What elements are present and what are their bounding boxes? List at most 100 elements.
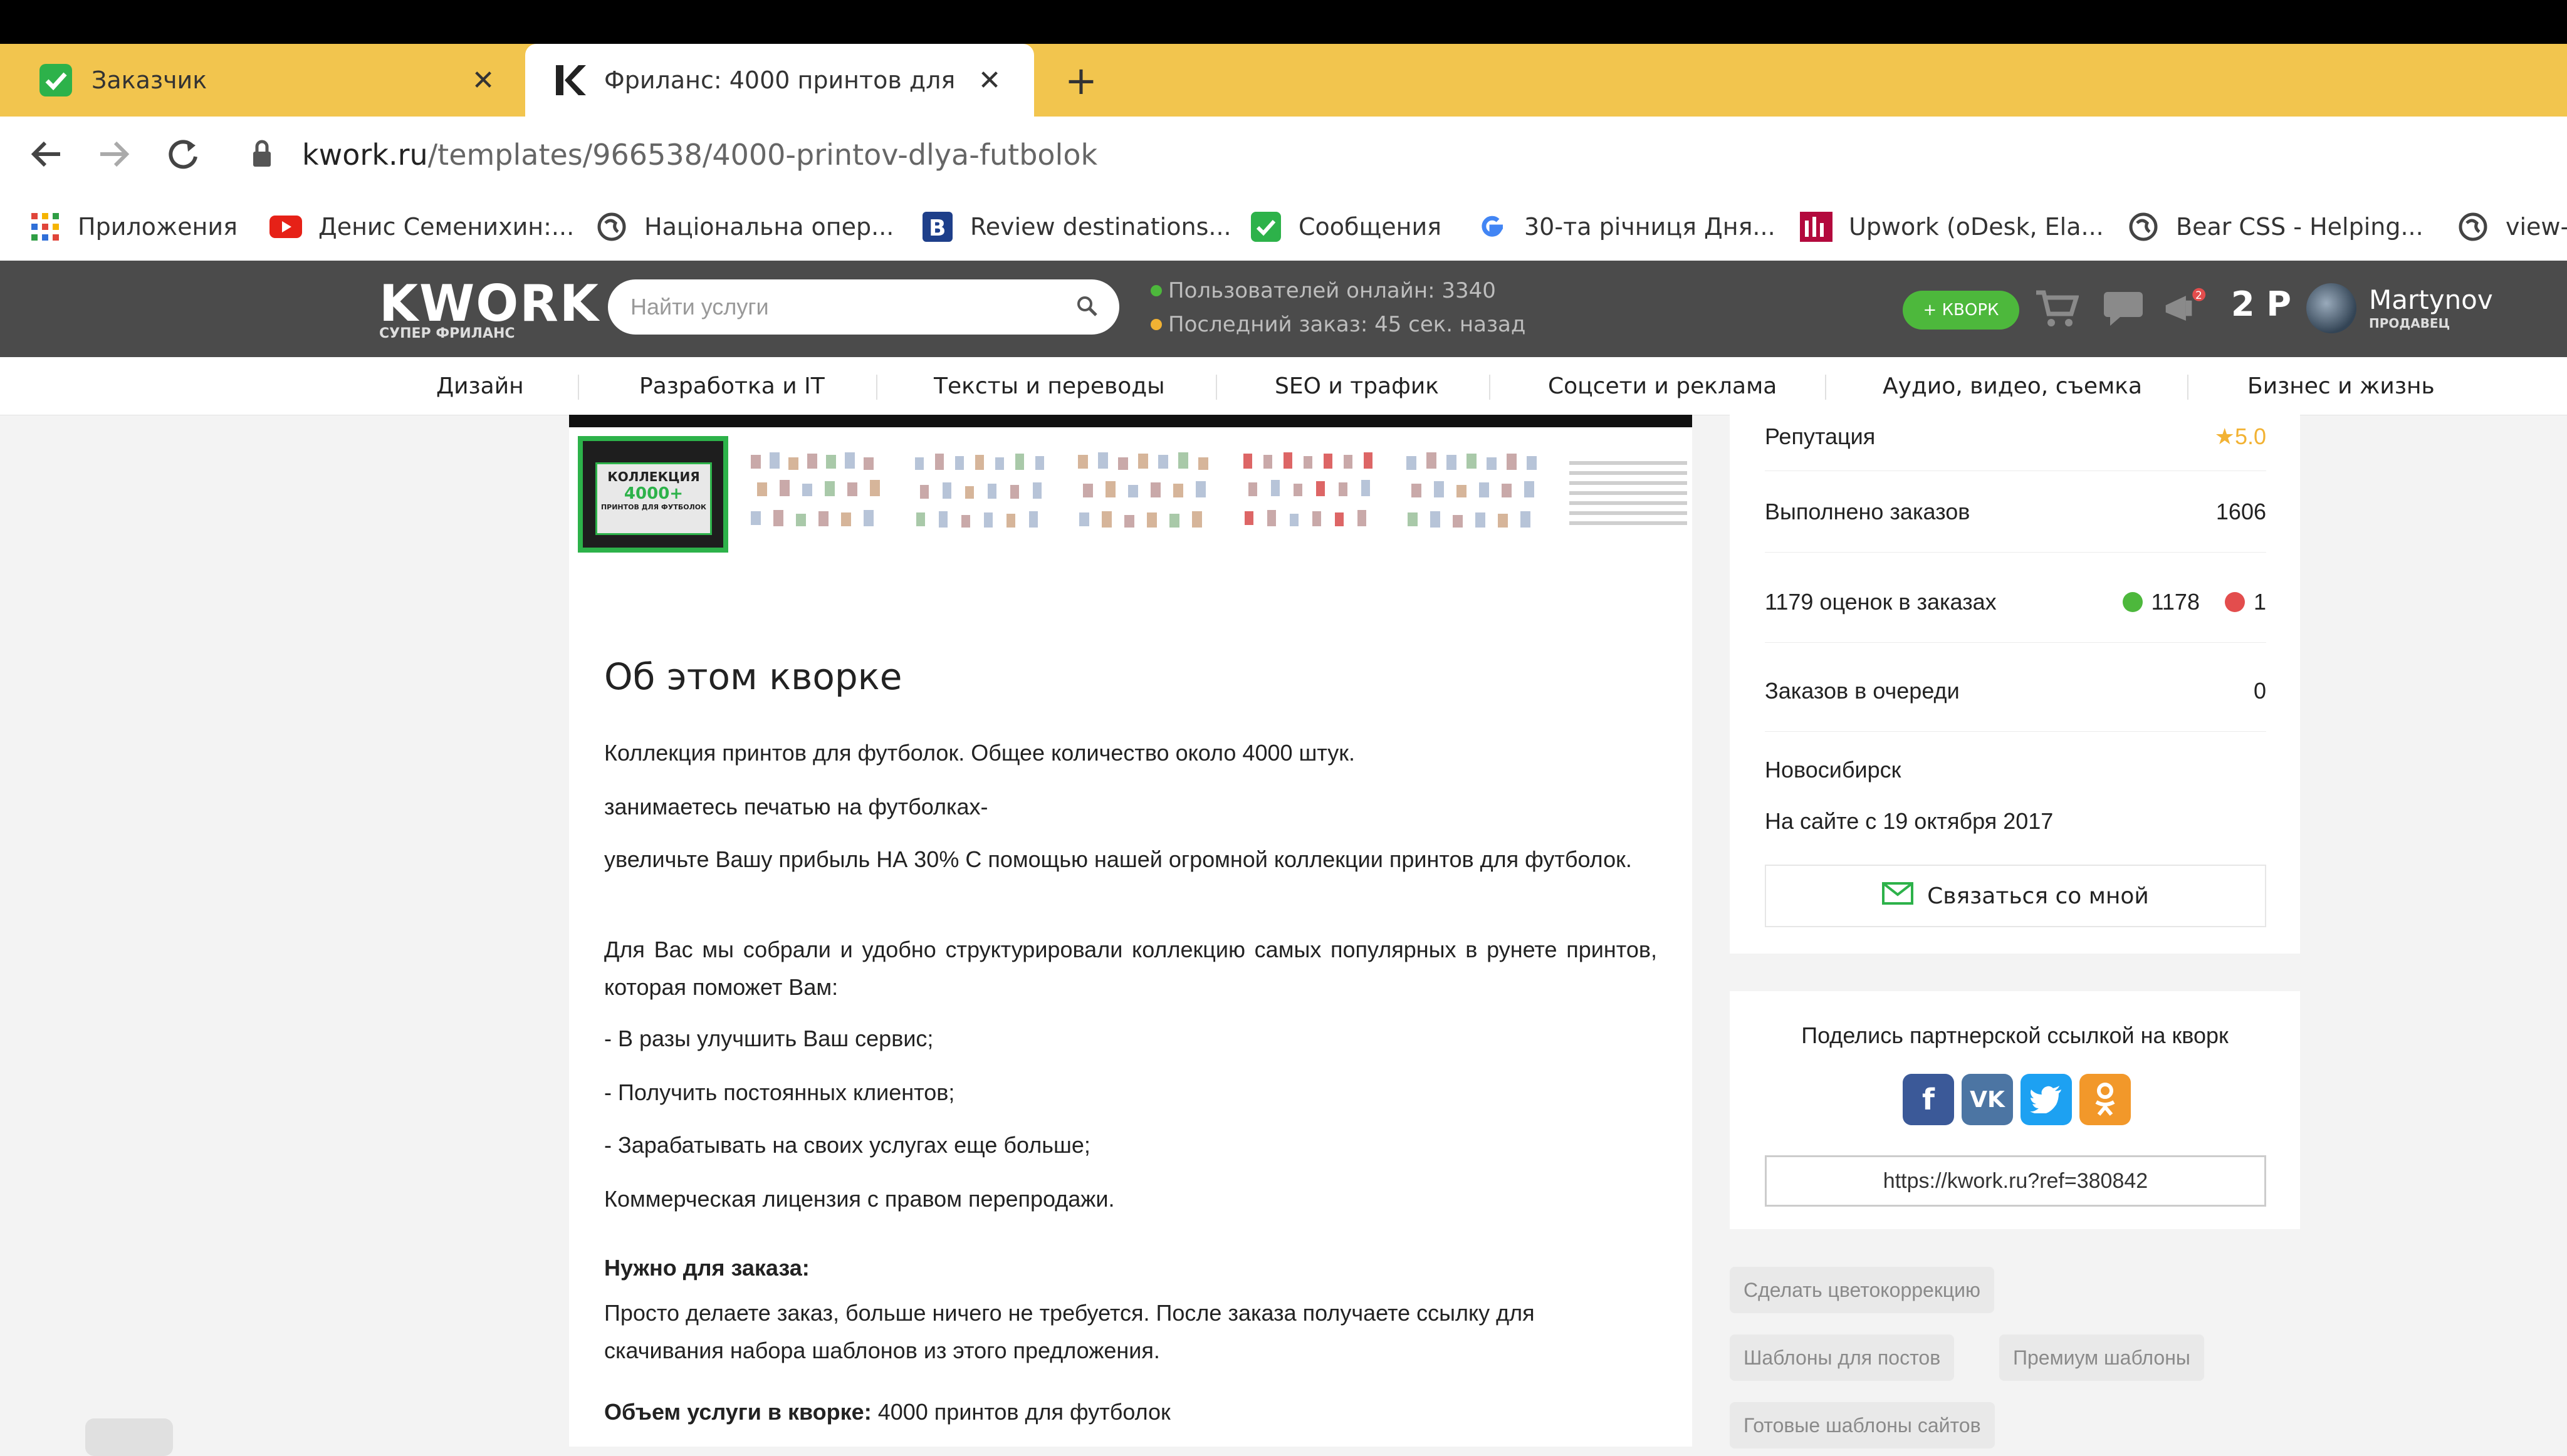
cart-icon[interactable]	[2034, 286, 2079, 331]
notif-count: 2	[2195, 289, 2202, 302]
description-paragraph: Коммерческая лицензия с правом перепрода…	[604, 1186, 1115, 1212]
bookmark-label: Upwork (oDesk, Ela...	[1849, 213, 2104, 241]
bookmark-google[interactable]: 30-та річниця Дня...	[1475, 193, 1775, 261]
bookmark-label: Сообщения	[1299, 213, 1442, 241]
tag-site-templates[interactable]: Готовые шаблоны сайтов	[1730, 1402, 1995, 1448]
avatar[interactable]	[2306, 283, 2356, 333]
svg-text:B: B	[929, 216, 946, 241]
category-divider	[2187, 375, 2188, 400]
seller-stats-panel: Репутация ★5.0 Выполнено заказов 1606 11…	[1730, 415, 2300, 954]
back-icon[interactable]	[21, 129, 71, 179]
category-design[interactable]: Дизайн	[436, 357, 524, 415]
twitter-icon[interactable]	[2021, 1074, 2072, 1125]
gallery-thumb[interactable]	[1236, 436, 1386, 553]
share-panel: Поделись партнерской ссылкой на кворк f …	[1730, 991, 2300, 1229]
bookmark-youtube[interactable]: Денис Семенихин:...	[269, 193, 574, 261]
category-social[interactable]: Соцсети и реклама	[1548, 357, 1777, 415]
booking-b-icon: B	[921, 211, 954, 243]
url-field[interactable]: kwork.ru/templates/966538/4000-printov-d…	[302, 135, 1097, 174]
kwork-tagline: СУПЕР ФРИЛАНС	[379, 326, 515, 341]
vk-icon[interactable]: VK	[1962, 1074, 2013, 1125]
gallery-thumb[interactable]	[1400, 436, 1550, 553]
messages-icon[interactable]	[2101, 286, 2146, 331]
globe-icon	[2127, 211, 2160, 243]
forward-icon[interactable]	[89, 129, 139, 179]
referral-link-field[interactable]: https://kwork.ru?ref=380842	[1765, 1155, 2266, 1207]
reputation-value: ★5.0	[2214, 423, 2266, 449]
tab-kwork[interactable]: Фриланс: 4000 принтов для фу ✕	[525, 44, 1034, 117]
negative-count: 1	[2253, 588, 2266, 615]
user-role: ПРОДАВЕЦ	[2369, 316, 2450, 331]
bookmarks-bar: Приложения Денис Семенихин:... Національ…	[0, 193, 2567, 261]
tag-premium-templates[interactable]: Премиум шаблоны	[1999, 1334, 2204, 1381]
gallery-thumb[interactable]	[1072, 436, 1222, 553]
bookmark-bearcss[interactable]: Bear CSS - Helping...	[2127, 193, 2423, 261]
gallery-thumb[interactable]	[907, 436, 1058, 553]
kwork-logo[interactable]: KWORK	[379, 274, 600, 333]
close-icon[interactable]: ✕	[468, 65, 499, 96]
bookmark-messages[interactable]: Сообщения	[1250, 193, 1441, 261]
bookmark-opera[interactable]: Національна опер...	[595, 193, 894, 261]
bookmark-view[interactable]: view-	[2457, 193, 2567, 261]
tag-color-correction[interactable]: Сделать цветокоррекцию	[1730, 1267, 1995, 1313]
bookmark-booking[interactable]: B Review destinations...	[921, 193, 1231, 261]
tag-post-templates[interactable]: Шаблоны для постов	[1730, 1334, 1955, 1381]
description-paragraph: увеличьте Вашу прибыль НА 30% С помощью …	[604, 846, 1632, 872]
tab-strip: Заказчик ✕ Фриланс: 4000 принтов для фу …	[0, 44, 2567, 117]
ratings-row: 1179 оценок в заказах 1178 1	[1765, 561, 2266, 643]
category-divider	[1216, 375, 1217, 400]
online-dot	[1151, 285, 1162, 296]
reputation-row: Репутация ★5.0	[1765, 402, 2266, 471]
search-box[interactable]	[608, 279, 1119, 335]
bookmark-label: Денис Семенихин:...	[318, 213, 575, 241]
bookmark-label: Національна опер...	[644, 213, 894, 241]
gallery-thumb[interactable]	[1566, 436, 1691, 553]
last-order: Последний заказ: 45 сек. назад	[1151, 312, 1525, 337]
category-seo[interactable]: SEO и трафик	[1275, 357, 1439, 415]
orders-label: Выполнено заказов	[1765, 498, 1970, 524]
reload-icon[interactable]	[158, 129, 208, 179]
category-business[interactable]: Бизнес и жизнь	[2247, 357, 2435, 415]
gallery-thumb-active[interactable]: КОЛЛЕКЦИЯ 4000+ ПРИНТОВ ДЛЯ ФУТБОЛОК	[578, 436, 728, 553]
seller-since: На сайте с 19 октября 2017	[1765, 808, 2054, 834]
search-input[interactable]	[629, 293, 1058, 321]
service-volume: Объем услуги в кворке: 4000 принтов для …	[604, 1393, 1657, 1431]
tab-zakazchik[interactable]: Заказчик ✕	[0, 44, 525, 117]
search-icon[interactable]	[1075, 294, 1098, 320]
site-header: KWORK СУПЕР ФРИЛАНС Пользователей онлайн…	[0, 261, 2567, 357]
benefit-list-item: - Зарабатывать на своих услугах еще боль…	[604, 1132, 1090, 1158]
about-heading: Об этом кворке	[604, 655, 902, 698]
username[interactable]: Martynov	[2369, 284, 2493, 315]
orders-row: Выполнено заказов 1606	[1765, 471, 2266, 553]
bookmark-upwork[interactable]: Upwork (oDesk, Ela...	[1800, 193, 2104, 261]
new-tab-button[interactable]: +	[1059, 44, 1103, 117]
gallery-thumb[interactable]	[745, 436, 895, 553]
category-texts[interactable]: Тексты и переводы	[934, 357, 1165, 415]
contact-seller-button[interactable]: Связаться со мной	[1765, 865, 2266, 927]
thumb-cover: КОЛЛЕКЦИЯ 4000+ ПРИНТОВ ДЛЯ ФУТБОЛОК	[595, 462, 712, 535]
positive-dot	[2122, 591, 2143, 612]
positive-count: 1178	[2151, 588, 2200, 615]
globe-icon	[2457, 211, 2489, 243]
online-users: Пользователей онлайн: 3340	[1151, 278, 1496, 303]
bookmark-apps[interactable]: Приложения	[29, 193, 238, 261]
bookmark-label: Bear CSS - Helping...	[2176, 213, 2423, 241]
balance[interactable]: 2 Р	[2231, 284, 2291, 324]
bookmark-label: Review destinations...	[970, 213, 1231, 241]
url-host: kwork.ru	[302, 138, 428, 172]
seller-city: Новосибирск	[1765, 757, 1901, 783]
gallery-thumbnails: КОЛЛЕКЦИЯ 4000+ ПРИНТОВ ДЛЯ ФУТБОЛОК	[569, 427, 1692, 561]
add-kwork-button[interactable]: + КВОРК	[1903, 291, 2019, 330]
facebook-icon[interactable]: f	[1903, 1074, 1954, 1125]
check-icon	[1250, 211, 1282, 243]
odnoklassniki-icon[interactable]	[2079, 1074, 2131, 1125]
category-divider	[1489, 375, 1490, 400]
notifications-icon[interactable]: 2	[2162, 286, 2207, 331]
upwork-icon	[1800, 211, 1832, 243]
queue-value: 0	[2253, 677, 2266, 704]
close-icon[interactable]: ✕	[974, 65, 1005, 96]
queue-row: Заказов в очереди 0	[1765, 650, 2266, 732]
floating-chat-button[interactable]	[85, 1418, 173, 1456]
window-top-bar	[0, 0, 2567, 44]
category-dev-it[interactable]: Разработка и IT	[639, 357, 825, 415]
